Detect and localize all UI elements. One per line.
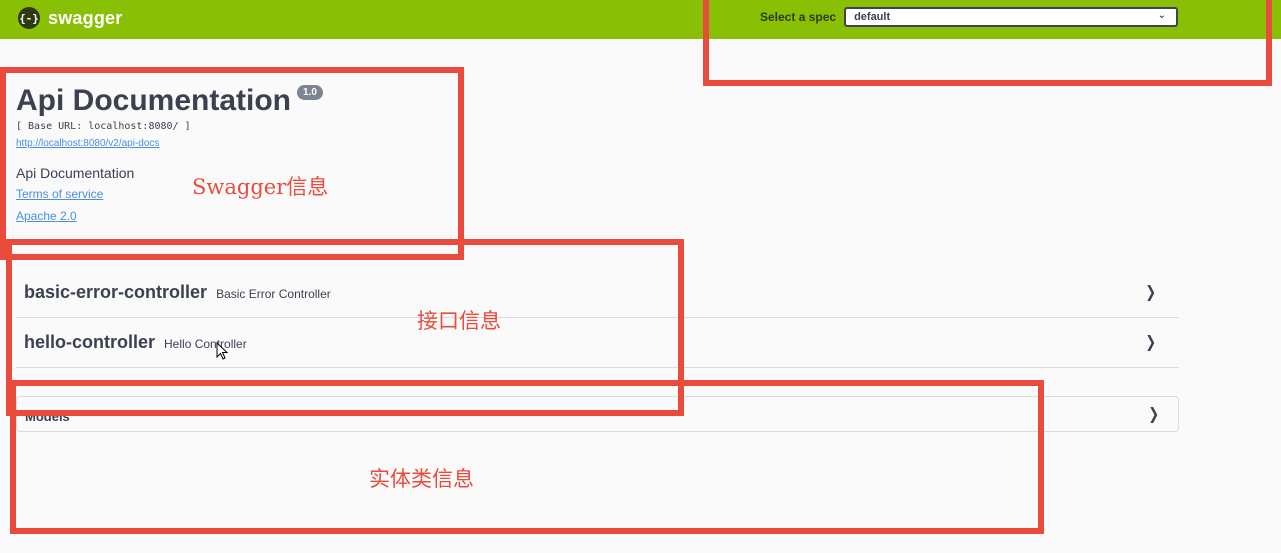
- swagger-logo[interactable]: {-} swagger: [18, 7, 122, 29]
- chevron-right-icon[interactable]: ❯: [1145, 282, 1156, 302]
- annotation-box-entity-info: [10, 380, 1044, 534]
- swagger-logo-icon: {-}: [18, 7, 40, 29]
- chevron-right-icon[interactable]: ❯: [1145, 332, 1156, 352]
- annotation-entity-info: 实体类信息: [369, 467, 474, 491]
- chevron-right-icon[interactable]: ❯: [1148, 404, 1159, 424]
- swagger-logo-text: swagger: [48, 7, 123, 28]
- annotation-box-spec: [703, 0, 1272, 86]
- annotation-swagger-info: Swagger信息: [192, 175, 329, 199]
- mouse-cursor-icon: [216, 342, 228, 360]
- annotation-box-swagger-info: [0, 67, 464, 260]
- annotation-interface-info: 接口信息: [417, 309, 501, 333]
